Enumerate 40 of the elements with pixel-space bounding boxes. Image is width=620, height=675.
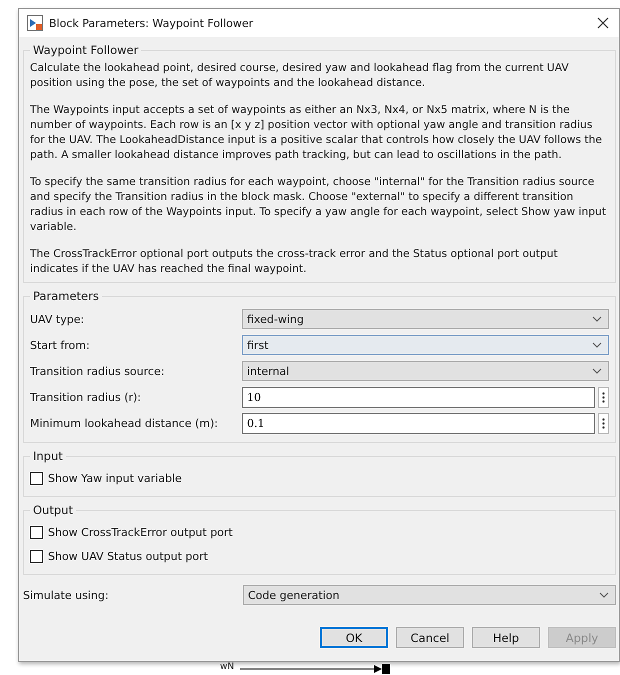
checkbox[interactable] <box>30 472 43 484</box>
group-title: Waypoint Follower <box>32 43 140 57</box>
group-title: Parameters <box>32 289 100 303</box>
parameter-label: Minimum lookahead distance (m): <box>30 416 219 430</box>
parameter-label: Start from: <box>30 338 91 352</box>
input-field[interactable]: 10 <box>242 386 595 408</box>
block-icon <box>27 15 43 31</box>
parameter-label: UAV type: <box>30 312 86 326</box>
more-options-icon[interactable] <box>598 412 609 434</box>
input-field[interactable]: 0.1 <box>242 412 595 434</box>
dropdown[interactable]: fixed-wing <box>242 309 609 329</box>
dialog-button[interactable]: OK <box>320 627 388 648</box>
close-icon[interactable] <box>597 17 609 29</box>
group-title: Output <box>32 503 74 517</box>
chevron-down-icon <box>592 368 602 374</box>
simulate-label: Simulate using: <box>23 588 110 602</box>
description-text: The CrossTrackError optional port outputs the cross-track error and the Status optional port output indicates if the UAV has reached the final waypoint. <box>30 246 559 276</box>
port-label: wN <box>220 662 234 672</box>
parameter-label: Transition radius source: <box>30 364 166 378</box>
dropdown[interactable]: Code generation <box>243 585 616 605</box>
checkbox-label: Show Yaw input variable <box>48 472 182 484</box>
checkbox[interactable] <box>30 550 43 562</box>
description-text: The Waypoints input accepts a set of waypoints as either an Nx3, Nx4, or Nx5 matrix, where N is the number of waypoints. Each row is an [x y z] position vector with optional yaw angle and transition radius for the UAV. The LookaheadDistance input is a positive scalar that controls how closely the UAV follows the path. A smaller lookahead distance improves path tracking, but can lead to oscillations in the path. <box>30 102 603 162</box>
chevron-down-icon <box>592 316 602 322</box>
description-text: To specify the same transition radius for each waypoint, choose "internal" for the Transition radius source and specify the Transition radius in the block mask. Choose "external" to specify a different transition radius in each row of the Waypoints input. To specify a yaw angle for each waypoint, select Show yaw input variable. <box>30 174 608 234</box>
dropdown[interactable]: internal <box>242 361 609 381</box>
checkbox-label: Show UAV Status output port <box>48 550 208 562</box>
window-title: Block Parameters: Waypoint Follower <box>49 16 254 30</box>
dropdown[interactable]: first <box>242 335 609 355</box>
more-options-icon[interactable] <box>598 386 609 408</box>
chevron-down-icon <box>592 342 602 348</box>
checkbox[interactable] <box>30 526 43 538</box>
signal-arrow-icon <box>240 664 390 674</box>
group-title: Input <box>32 449 64 463</box>
dialog-button[interactable]: Cancel <box>396 627 464 648</box>
parameter-label: Transition radius (r): <box>30 390 142 404</box>
dialog-button[interactable]: Help <box>472 627 540 648</box>
chevron-down-icon <box>599 592 609 598</box>
description-text: Calculate the lookahead point, desired course, desired yaw and lookahead flag from the current UAV position using the pose, the set of waypoints and the lookahead distance. <box>30 60 570 90</box>
checkbox-label: Show CrossTrackError output port <box>48 526 233 538</box>
